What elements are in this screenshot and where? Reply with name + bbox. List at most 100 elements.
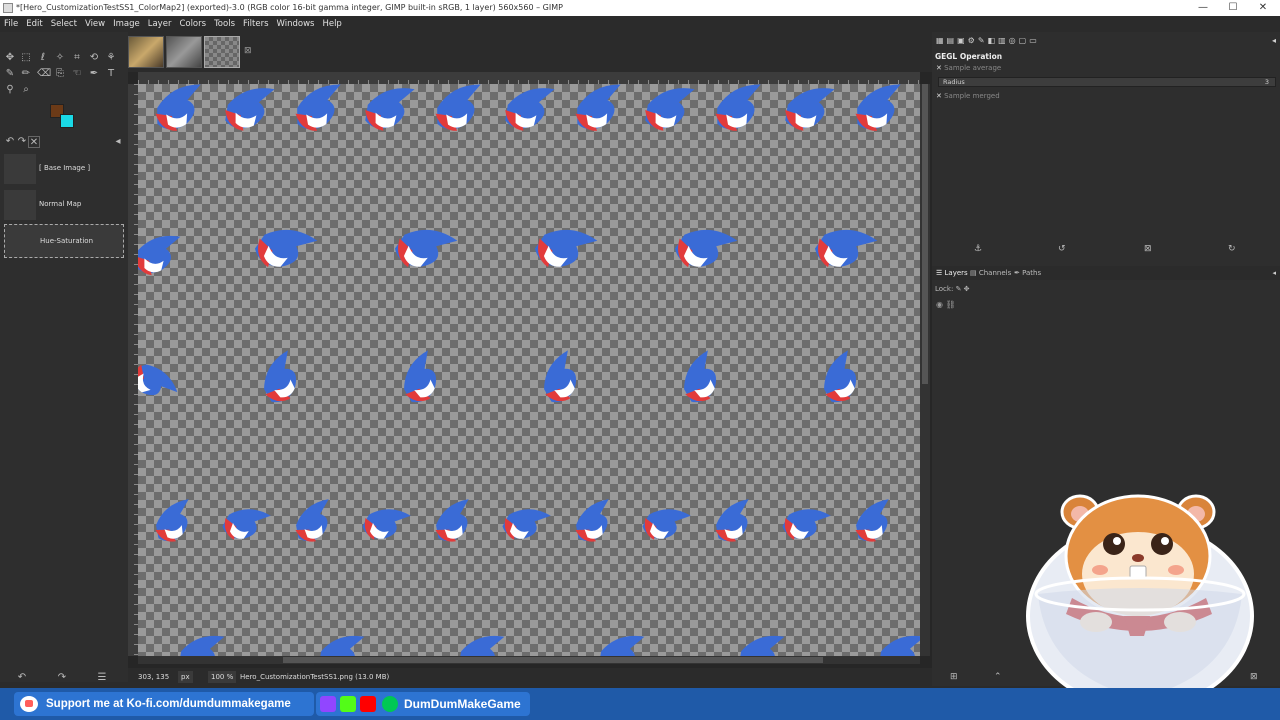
menu-colors[interactable]: Colors [175, 16, 210, 32]
menu-tools[interactable]: Tools [210, 16, 239, 32]
menu-view[interactable]: View [81, 16, 109, 32]
menu-file[interactable]: File [0, 16, 22, 32]
sprite [502, 509, 551, 540]
sprite [320, 635, 365, 656]
unit-select[interactable]: px [178, 671, 193, 683]
sprite [155, 84, 201, 131]
chain-icon[interactable]: ⛓ [946, 300, 956, 309]
undo-history-icon[interactable]: ↶ [4, 136, 16, 148]
sprite [394, 229, 458, 268]
menu-filters[interactable]: Filters [239, 16, 272, 32]
transform-tool-icon[interactable]: ⟲ [88, 52, 100, 64]
layer-name: Normal Map [39, 200, 82, 208]
menu-edit[interactable]: Edit [22, 16, 46, 32]
kick-icon [340, 696, 356, 712]
sprite [575, 499, 609, 542]
paths-tool-icon[interactable]: ✒ [88, 68, 100, 80]
sprite [180, 635, 225, 656]
scroll-handle[interactable] [922, 84, 928, 384]
layer-visibility-row[interactable]: ◉ ⛓ [936, 300, 1276, 312]
close-window-button[interactable]: ✕ [1248, 0, 1278, 16]
minimize-button[interactable]: — [1188, 0, 1218, 16]
sprite [880, 635, 920, 656]
delete-preset-icon[interactable]: ⊠ [1144, 244, 1152, 254]
radius-field[interactable]: Radius 3 [938, 77, 1276, 87]
image-tab-active[interactable] [204, 36, 240, 68]
redo-history-icon[interactable]: ↷ [16, 136, 28, 148]
clone-tool-icon[interactable]: ⎘ [54, 68, 66, 80]
panel-menu-icon[interactable]: ◂ [112, 136, 124, 148]
menu-image[interactable]: Image [109, 16, 144, 32]
layer-row[interactable]: Normal Map [4, 188, 124, 222]
zoom-select[interactable]: 100 % [208, 671, 237, 683]
color-picker-tool-icon[interactable]: ⚲ [4, 84, 16, 96]
sample-merged-check[interactable]: ✕ Sample merged [936, 92, 1000, 100]
image-tab-1[interactable] [128, 36, 164, 68]
menu-help[interactable]: Help [318, 16, 345, 32]
menu-windows[interactable]: Windows [273, 16, 319, 32]
eye-icon[interactable]: ◉ [936, 300, 943, 309]
close-tab-icon[interactable]: ⊠ [244, 46, 252, 56]
eraser-tool-icon[interactable]: ⌫ [37, 68, 51, 80]
raise-layer-icon[interactable]: ⌃ [994, 672, 1002, 682]
dock-tab-icons[interactable]: ▦▤▣⚙✎◧▥◎▢▭ [936, 36, 1056, 48]
vertical-scrollbar[interactable] [920, 84, 930, 656]
sample-average-check[interactable]: ✕ Sample average [936, 64, 1001, 72]
move-tool-icon[interactable]: ✥ [4, 52, 16, 64]
image-canvas[interactable] [138, 84, 920, 656]
horizontal-ruler [138, 72, 920, 84]
socials-banner[interactable]: DumDumMakeGame [316, 692, 530, 716]
tab-paths[interactable]: ✒ Paths [1014, 266, 1041, 280]
sprite [575, 84, 621, 131]
pencil-tool-icon[interactable]: ✏ [20, 68, 32, 80]
warp-tool-icon[interactable]: ⚘ [105, 52, 117, 64]
gegl-actions: ⚓ ↺ ⊠ ↻ [932, 244, 1280, 262]
menu-select[interactable]: Select [47, 16, 81, 32]
scroll-handle[interactable] [283, 657, 823, 663]
layer-row[interactable]: [ Base Image ] [4, 152, 124, 186]
pointer-coords: 303, 135 [138, 673, 170, 681]
smudge-tool-icon[interactable]: ☜ [71, 68, 83, 80]
layer-name: Hue-Saturation [40, 237, 94, 245]
rect-select-tool-icon[interactable]: ⬚ [20, 52, 32, 64]
sprite [785, 88, 835, 131]
lasso-tool-icon[interactable]: ℓ [37, 52, 49, 64]
zoom-tool-icon[interactable]: ⌕ [20, 84, 32, 96]
maximize-button[interactable]: ☐ [1218, 0, 1248, 16]
twitch-icon [320, 696, 336, 712]
redo-icon[interactable]: ↷ [56, 672, 68, 684]
tab-channels[interactable]: ▤ Channels [970, 266, 1011, 280]
fuzzy-select-tool-icon[interactable]: ✧ [54, 52, 66, 64]
background-color-swatch[interactable] [60, 114, 74, 128]
menu-layer[interactable]: Layer [144, 16, 176, 32]
text-tool-icon[interactable]: T [105, 68, 117, 80]
horizontal-scrollbar[interactable] [138, 656, 920, 664]
sprite [254, 229, 318, 268]
sprite [505, 88, 555, 131]
gimp-app-icon [3, 3, 13, 13]
dock-menu-icon[interactable]: ◂ [1272, 266, 1276, 280]
dock-menu-icon[interactable]: ◂ [1272, 36, 1276, 45]
clear-history-icon[interactable]: ✕ [28, 136, 40, 148]
image-tab-2[interactable] [166, 36, 202, 68]
sprite [534, 229, 598, 268]
title-bar: *[Hero_CustomizationTestSS1_ColorMap2] (… [0, 0, 1280, 16]
undo-icon[interactable]: ↶ [16, 672, 28, 684]
tab-layers[interactable]: ☰ Layers [936, 266, 968, 280]
rumble-icon [382, 696, 398, 712]
paint-tool-icon[interactable]: ✎ [4, 68, 16, 80]
reset-icon[interactable]: ↺ [1058, 244, 1066, 254]
lock-pixels-icon[interactable]: ✎ ✥ [956, 285, 970, 293]
new-layer-icon[interactable]: ⊞ [950, 672, 958, 682]
crop-tool-icon[interactable]: ⌗ [71, 52, 83, 64]
save-preset-icon[interactable]: ⚓ [974, 244, 982, 254]
kofi-text: Support me at Ko-fi.com/dumdummakegame [46, 698, 291, 710]
kofi-cup-icon [20, 696, 38, 712]
tab-layers-label: Layers [944, 269, 968, 277]
kofi-banner[interactable]: Support me at Ko-fi.com/dumdummakegame [14, 692, 314, 716]
refresh-icon[interactable]: ↻ [1228, 244, 1236, 254]
delete-icon[interactable]: ☰ [96, 672, 108, 684]
gegl-title: GEGL Operation [935, 52, 1003, 61]
sprite-sheet [138, 84, 920, 656]
layer-row-selected[interactable]: Hue-Saturation [4, 224, 124, 258]
